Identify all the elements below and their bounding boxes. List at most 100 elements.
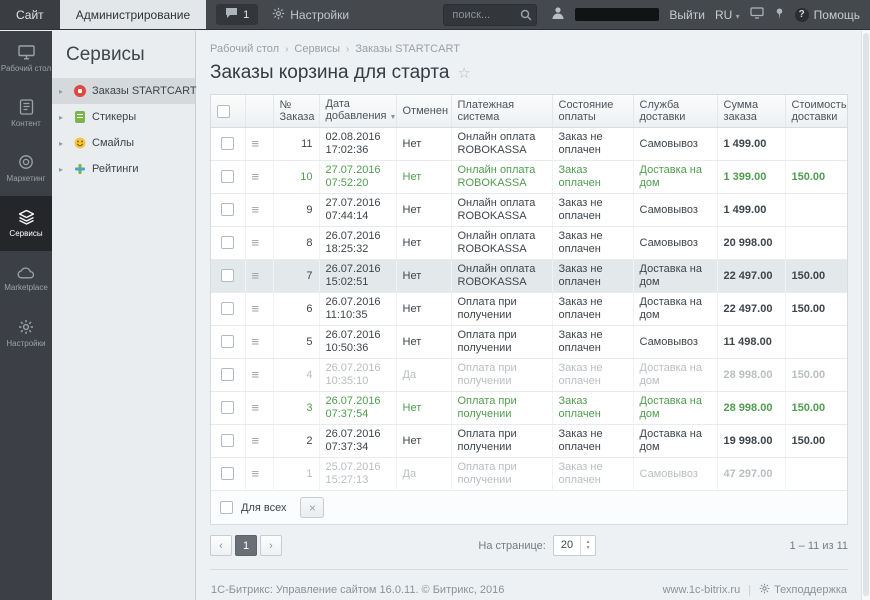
scrollbar-thumb[interactable] <box>863 33 869 596</box>
row-menu-cell: ≡ <box>245 457 274 491</box>
col-delivery-service[interactable]: Служба доставки <box>633 95 718 128</box>
per-page-select[interactable]: 20 ▲ ▼ <box>552 535 597 556</box>
clear-selection-button[interactable]: × <box>300 497 325 518</box>
row-menu-icon[interactable]: ≡ <box>252 136 260 151</box>
sidebar-item-stickers[interactable]: ▸ Стикеры <box>52 104 195 130</box>
tree-arrow-icon[interactable]: ▸ <box>59 113 67 122</box>
row-menu-icon[interactable]: ≡ <box>252 433 260 448</box>
rail-item-services[interactable]: Сервисы <box>0 196 52 251</box>
cancelled-cell: Нет <box>396 325 452 359</box>
row-menu-icon[interactable]: ≡ <box>252 367 260 382</box>
table-header-row: № Заказа Дата добавления ▼ Отменен Платеж… <box>211 95 847 128</box>
row-menu-icon[interactable]: ≡ <box>252 334 260 349</box>
rail-item-marketplace[interactable]: Marketplace <box>0 251 52 306</box>
table-row[interactable]: ≡ 7 26.07.2016 15:02:51 Нет Онлайн оплата… <box>211 259 847 293</box>
monitor-icon[interactable] <box>750 7 764 22</box>
table-row[interactable]: ≡ 4 26.07.2016 10:35:10 Да Оплата при пол… <box>211 358 847 392</box>
payment-status-cell: Заказ не оплачен <box>552 325 634 359</box>
row-checkbox[interactable] <box>221 203 235 217</box>
support-link[interactable]: Техподдержка <box>759 583 847 597</box>
row-menu-icon[interactable]: ≡ <box>252 202 260 217</box>
rail-item-content[interactable]: Контент <box>0 86 52 141</box>
pin-icon[interactable] <box>774 7 785 23</box>
col-payment-system[interactable]: Платежная система <box>451 95 553 128</box>
table-row[interactable]: ≡ 5 26.07.2016 10:50:36 Нет Оплата при по… <box>211 325 847 359</box>
sidebar-item-ratings[interactable]: ▸ Рейтинги <box>52 156 195 182</box>
row-checkbox[interactable] <box>221 368 235 382</box>
row-checkbox[interactable] <box>221 302 235 316</box>
cancelled-cell: Нет <box>396 226 452 260</box>
for-all-checkbox[interactable] <box>220 501 233 514</box>
table-row[interactable]: ≡ 10 27.07.2016 07:52:20 Нет Онлайн оплат… <box>211 160 847 194</box>
scrollbar[interactable] <box>861 31 870 600</box>
tree-arrow-icon[interactable]: ▸ <box>59 87 67 96</box>
row-checkbox[interactable] <box>221 269 235 283</box>
language-selector[interactable]: RU ▾ <box>715 8 740 22</box>
sidebar-item-startcart-orders[interactable]: ▸ Заказы STARTCART <box>52 78 197 104</box>
current-page-button[interactable]: 1 <box>235 535 257 556</box>
table-row[interactable]: ≡ 11 02.08.2016 17:02:36 Нет Онлайн оплат… <box>211 127 847 161</box>
logout-link[interactable]: Выйти <box>669 8 705 22</box>
col-date-added[interactable]: Дата добавления ▼ <box>319 95 397 128</box>
notifications-button[interactable]: 1 <box>216 4 259 25</box>
delivery-service-cell: Доставка на дом <box>633 424 718 458</box>
table-row[interactable]: ≡ 8 26.07.2016 18:25:32 Нет Онлайн оплата… <box>211 226 847 260</box>
col-order-number[interactable]: № Заказа <box>273 95 320 128</box>
rail-item-marketing[interactable]: Маркетинг <box>0 141 52 196</box>
tab-admin[interactable]: Администрирование <box>59 0 207 29</box>
table-row[interactable]: ≡ 2 26.07.2016 07:37:34 Нет Оплата при по… <box>211 424 847 458</box>
sidebar-item-smileys[interactable]: ▸ Смайлы <box>52 130 195 156</box>
row-checkbox[interactable] <box>221 434 235 448</box>
chat-bubble-icon <box>225 7 238 22</box>
row-menu-icon[interactable]: ≡ <box>252 301 260 316</box>
row-checkbox[interactable] <box>221 401 235 415</box>
delivery-service-cell: Самовывоз <box>633 127 718 161</box>
tree-arrow-icon[interactable]: ▸ <box>59 139 67 148</box>
rail-item-desktop[interactable]: Рабочий стол <box>0 31 52 86</box>
row-menu-icon[interactable]: ≡ <box>252 466 260 481</box>
pagination-bar: ‹ 1 › На странице: 20 ▲ ▼ 1 – 11 из 11 <box>210 535 848 556</box>
col-delivery-cost[interactable]: Стоимость доставки <box>785 95 847 128</box>
table-row[interactable]: ≡ 9 27.07.2016 07:44:14 Нет Онлайн оплата… <box>211 193 847 227</box>
help-button[interactable]: ? Помощь <box>794 7 860 22</box>
row-menu-icon[interactable]: ≡ <box>252 235 260 250</box>
row-checkbox[interactable] <box>221 170 235 184</box>
row-checkbox[interactable] <box>221 236 235 250</box>
delivery-cost-cell: 150.00 <box>785 259 847 293</box>
col-payment-status[interactable]: Состояние оплаты <box>552 95 634 128</box>
row-menu-icon[interactable]: ≡ <box>252 268 260 283</box>
order-sum-cell: 22 497.00 <box>717 259 786 293</box>
row-checkbox[interactable] <box>221 335 235 349</box>
payment-status-cell: Заказ не оплачен <box>552 424 634 458</box>
tree-arrow-icon[interactable]: ▸ <box>59 165 67 174</box>
favorite-star-icon[interactable]: ☆ <box>457 64 470 82</box>
breadcrumb-services[interactable]: Сервисы <box>294 43 340 55</box>
table-row[interactable]: ≡ 3 26.07.2016 07:37:54 Нет Оплата при по… <box>211 391 847 425</box>
row-menu-icon[interactable]: ≡ <box>252 400 260 415</box>
col-order-sum[interactable]: Сумма заказа <box>717 95 786 128</box>
rail-item-settings[interactable]: Настройки <box>0 306 52 361</box>
table-row[interactable]: ≡ 1 25.07.2016 15:27:13 Да Оплата при пол… <box>211 457 847 491</box>
breadcrumb-desktop[interactable]: Рабочий стол <box>210 43 279 55</box>
table-row[interactable]: ≡ 6 26.07.2016 11:10:35 Нет Оплата при по… <box>211 292 847 326</box>
search-icon[interactable] <box>520 9 532 24</box>
order-number-cell: 11 <box>273 127 320 161</box>
row-checkbox[interactable] <box>221 137 235 151</box>
select-all-checkbox[interactable] <box>217 104 230 118</box>
next-page-button[interactable]: › <box>260 535 282 556</box>
row-menu-icon[interactable]: ≡ <box>252 169 260 184</box>
topbar-settings-button[interactable]: Настройки <box>272 0 349 29</box>
tab-site[interactable]: Сайт <box>0 0 60 29</box>
chevron-down-icon: ▾ <box>735 11 740 21</box>
row-checkbox[interactable] <box>221 467 235 481</box>
col-cancelled[interactable]: Отменен <box>396 95 452 128</box>
cancelled-cell: Нет <box>396 259 452 293</box>
payment-system-cell: Оплата при получении <box>451 325 553 359</box>
cancelled-cell: Нет <box>396 292 452 326</box>
date-cell: 26.07.2016 11:10:35 <box>319 292 397 326</box>
user-name-redacted[interactable] <box>575 8 660 21</box>
bitrix-site-link[interactable]: www.1c-bitrix.ru <box>663 584 741 596</box>
prev-page-button[interactable]: ‹ <box>210 535 232 556</box>
delivery-service-cell: Доставка на дом <box>633 292 718 326</box>
